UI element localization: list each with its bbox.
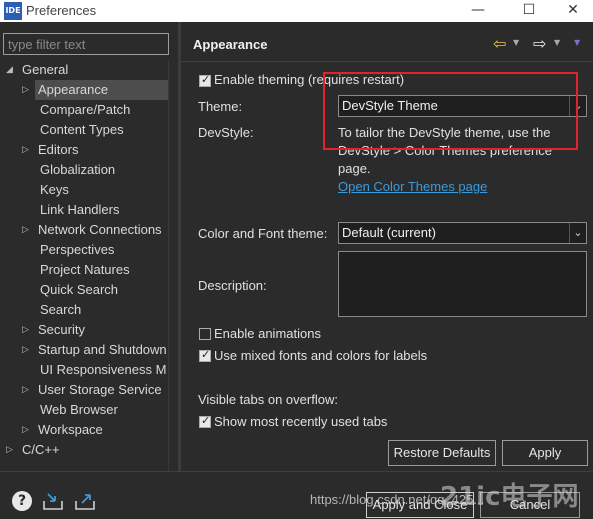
page-title: Appearance: [193, 37, 268, 52]
show-recent-tabs-checkbox[interactable]: [199, 414, 211, 428]
minimize-button[interactable]: —: [455, 0, 501, 22]
forward-dropdown-icon[interactable]: ▼: [554, 38, 560, 47]
collapsed-arrow-icon[interactable]: ▷: [22, 340, 34, 360]
apply-button[interactable]: Apply: [502, 440, 588, 466]
mixed-fonts-label: Use mixed fonts and colors for labels: [214, 348, 428, 363]
enable-animations-checkbox[interactable]: [199, 328, 211, 340]
filter-input[interactable]: [3, 33, 169, 55]
collapsed-arrow-icon[interactable]: ▷: [22, 380, 34, 400]
color-font-theme-value: Default (current): [342, 225, 436, 240]
theme-label: Theme:: [198, 99, 243, 114]
chevron-down-icon: ⌄: [569, 223, 586, 243]
page-header: Appearance ⇦ ▼ ⇨ ▼ ▼: [181, 22, 593, 62]
maximize-button[interactable]: ☐: [506, 0, 552, 22]
restore-defaults-button[interactable]: Restore Defaults: [388, 440, 496, 466]
preference-tree-pane: ◢ General ▷ Appearance Compare/Patch Con…: [0, 22, 178, 471]
open-color-themes-link[interactable]: Open Color Themes page: [338, 179, 487, 194]
window-title: Preferences: [26, 3, 97, 18]
description-box: [338, 251, 587, 317]
preference-page: Appearance ⇦ ▼ ⇨ ▼ ▼ Enable theming (req…: [181, 22, 593, 471]
title-bar: IDE Preferences — ☐ ✕: [0, 0, 593, 22]
collapsed-arrow-icon[interactable]: ▷: [22, 420, 34, 440]
collapsed-arrow-icon[interactable]: ▷: [22, 320, 34, 340]
collapsed-arrow-icon[interactable]: ▷: [22, 220, 34, 240]
tree-scrollbar[interactable]: [168, 60, 178, 471]
export-icon[interactable]: [74, 491, 96, 511]
color-font-theme-label: Color and Font theme:: [198, 226, 328, 241]
devstyle-label: DevStyle:: [198, 125, 254, 140]
show-recent-tabs-label: Show most recently used tabs: [214, 414, 388, 429]
annotation-highlight-box: [323, 72, 578, 150]
enable-animations-label: Enable animations: [214, 326, 321, 341]
view-menu-icon[interactable]: ▼: [574, 38, 580, 47]
app-icon: IDE: [4, 2, 22, 20]
close-button[interactable]: ✕: [550, 0, 593, 22]
collapsed-arrow-icon[interactable]: ▷: [22, 140, 34, 160]
forward-arrow-icon[interactable]: ⇨: [533, 34, 546, 53]
back-dropdown-icon[interactable]: ▼: [513, 38, 519, 47]
expanded-arrow-icon[interactable]: ◢: [6, 60, 18, 80]
back-arrow-icon[interactable]: ⇦: [493, 34, 506, 53]
mixed-fonts-checkbox[interactable]: [199, 348, 211, 362]
help-icon[interactable]: ?: [12, 491, 32, 511]
watermark-logo: 21ic电子网: [440, 482, 579, 512]
visible-tabs-label: Visible tabs on overflow:: [198, 392, 338, 407]
description-label: Description:: [198, 278, 267, 293]
devstyle-info-line3: page.: [338, 161, 371, 176]
collapsed-arrow-icon[interactable]: ▷: [22, 80, 34, 100]
enable-theming-checkbox[interactable]: [199, 73, 211, 87]
collapsed-arrow-icon[interactable]: ▷: [6, 440, 18, 460]
import-icon[interactable]: [42, 491, 64, 511]
dialog-footer: ? Apply and Close Cancel https://blog.cs…: [0, 471, 593, 519]
color-font-theme-select[interactable]: Default (current) ⌄: [338, 222, 587, 244]
